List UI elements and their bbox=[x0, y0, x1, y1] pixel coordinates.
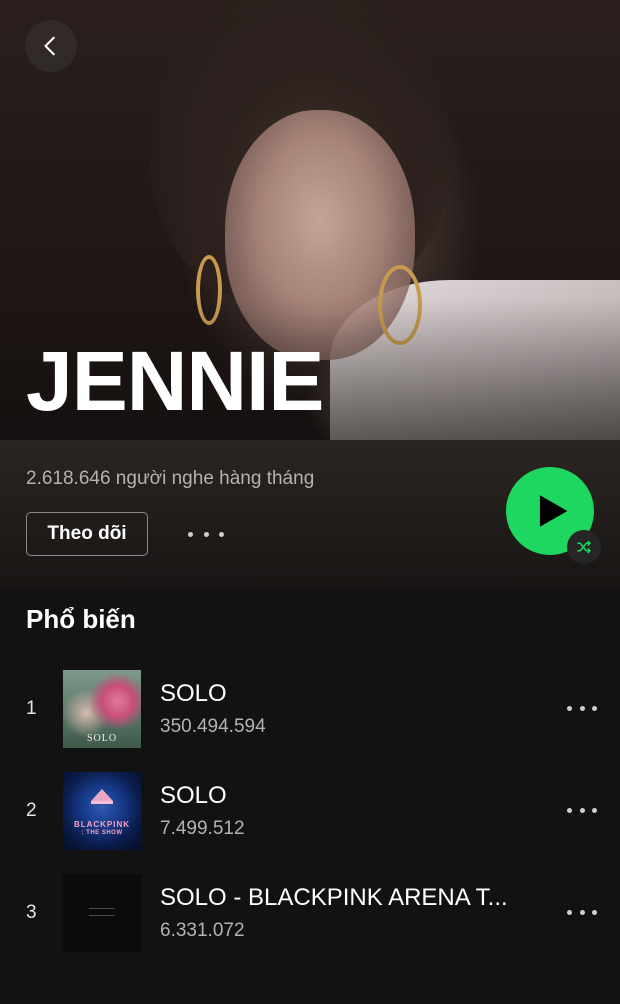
track-row[interactable]: 2 BLACKPINK : THE SHOW SOLO 7.499.512 bbox=[0, 772, 620, 852]
shuffle-button[interactable] bbox=[567, 530, 601, 564]
more-options-icon bbox=[188, 531, 193, 537]
track-rank: 3 bbox=[26, 902, 37, 923]
track-cover bbox=[63, 874, 141, 952]
cover-text: SOLO bbox=[87, 733, 118, 744]
more-options-icon bbox=[567, 807, 572, 813]
track-cover: BLACKPINK : THE SHOW bbox=[63, 772, 141, 850]
track-more-button[interactable] bbox=[567, 800, 597, 820]
shuffle-icon bbox=[577, 540, 592, 554]
more-options-icon bbox=[567, 909, 572, 915]
track-title: SOLO bbox=[160, 782, 227, 809]
track-cover: SOLO bbox=[63, 670, 141, 748]
track-more-button[interactable] bbox=[567, 902, 597, 922]
cover-subtext: : THE SHOW bbox=[81, 830, 123, 836]
crown-icon bbox=[91, 789, 113, 804]
track-title: SOLO bbox=[160, 680, 227, 707]
monthly-listeners: 2.618.646 người nghe hàng tháng bbox=[26, 468, 315, 489]
cover-text: BLACKPINK bbox=[73, 820, 131, 829]
track-row[interactable]: 3 SOLO - BLACKPINK ARENA T... 6.331.072 bbox=[0, 874, 620, 954]
track-row[interactable]: 1 SOLO SOLO 350.494.594 bbox=[0, 670, 620, 750]
track-play-count: 7.499.512 bbox=[160, 818, 245, 839]
track-title: SOLO - BLACKPINK ARENA T... bbox=[160, 884, 508, 911]
more-options-button[interactable] bbox=[188, 522, 224, 546]
track-rank: 1 bbox=[26, 698, 37, 719]
artist-name: JENNIE bbox=[26, 334, 324, 428]
track-more-button[interactable] bbox=[567, 698, 597, 718]
more-options-icon bbox=[567, 705, 572, 711]
track-play-count: 6.331.072 bbox=[160, 920, 245, 941]
follow-button[interactable]: Theo dõi bbox=[26, 512, 148, 556]
back-arrow-icon bbox=[44, 36, 55, 56]
play-icon bbox=[539, 495, 568, 527]
track-play-count: 350.494.594 bbox=[160, 716, 266, 737]
popular-section-title: Phổ biến bbox=[26, 604, 136, 634]
back-button[interactable] bbox=[25, 20, 77, 72]
track-rank: 2 bbox=[26, 800, 37, 821]
